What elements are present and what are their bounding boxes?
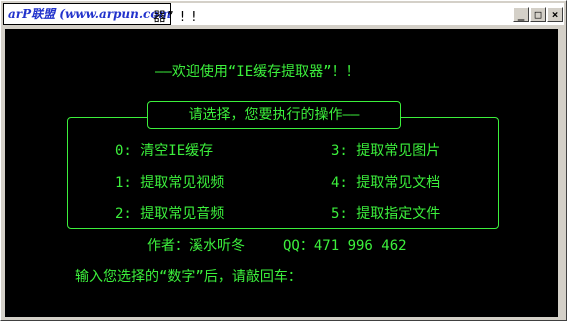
menu-option-4: 4: 提取常见文档 xyxy=(331,174,440,192)
menu-option-1: 1: 提取常见视频 xyxy=(115,174,224,192)
option-key: 1: xyxy=(115,175,132,191)
author-credit: 作者：溪水听冬 xyxy=(147,238,245,254)
option-key: 2: xyxy=(115,206,132,222)
option-key: 3: xyxy=(331,143,348,159)
window-title: 器” ! ! xyxy=(153,10,198,25)
menu-title: 请选择，您要执行的操作—— xyxy=(147,101,401,129)
console-area[interactable]: ——欢迎使用“IE缓存提取器”！！ 请选择，您要执行的操作—— 0: 清空IE缓… xyxy=(5,29,558,317)
option-label: 清空IE缓存 xyxy=(140,143,214,159)
option-label: 提取常见图片 xyxy=(356,143,441,159)
input-prompt: 输入您选择的“数字”后，请敲回车： xyxy=(75,269,302,285)
console-window: arP联盟 (www.arpun.com) 器” ! ! _ □ × ——欢迎使… xyxy=(0,0,567,321)
option-label: 提取常见文档 xyxy=(356,175,441,191)
minimize-button[interactable]: _ xyxy=(513,7,529,22)
close-button[interactable]: × xyxy=(547,7,563,22)
maximize-button[interactable]: □ xyxy=(530,7,546,22)
option-key: 5: xyxy=(331,206,348,222)
option-label: 提取指定文件 xyxy=(356,206,441,222)
welcome-banner: ——欢迎使用“IE缓存提取器”！！ xyxy=(155,64,360,80)
menu-option-5: 5: 提取指定文件 xyxy=(331,205,440,223)
menu-option-3: 3: 提取常见图片 xyxy=(331,142,440,160)
title-bar[interactable]: arP联盟 (www.arpun.com) 器” ! ! _ □ × xyxy=(3,3,564,25)
option-label: 提取常见音频 xyxy=(140,206,225,222)
site-watermark: arP联盟 (www.arpun.com) xyxy=(3,3,171,25)
menu-option-0: 0: 清空IE缓存 xyxy=(115,142,213,160)
option-label: 提取常见视频 xyxy=(140,175,225,191)
option-key: 4: xyxy=(331,175,348,191)
option-key: 0: xyxy=(115,143,132,159)
window-border-right xyxy=(558,29,564,317)
menu-option-2: 2: 提取常见音频 xyxy=(115,205,224,223)
qq-contact: QQ：471 996 462 xyxy=(283,238,407,254)
